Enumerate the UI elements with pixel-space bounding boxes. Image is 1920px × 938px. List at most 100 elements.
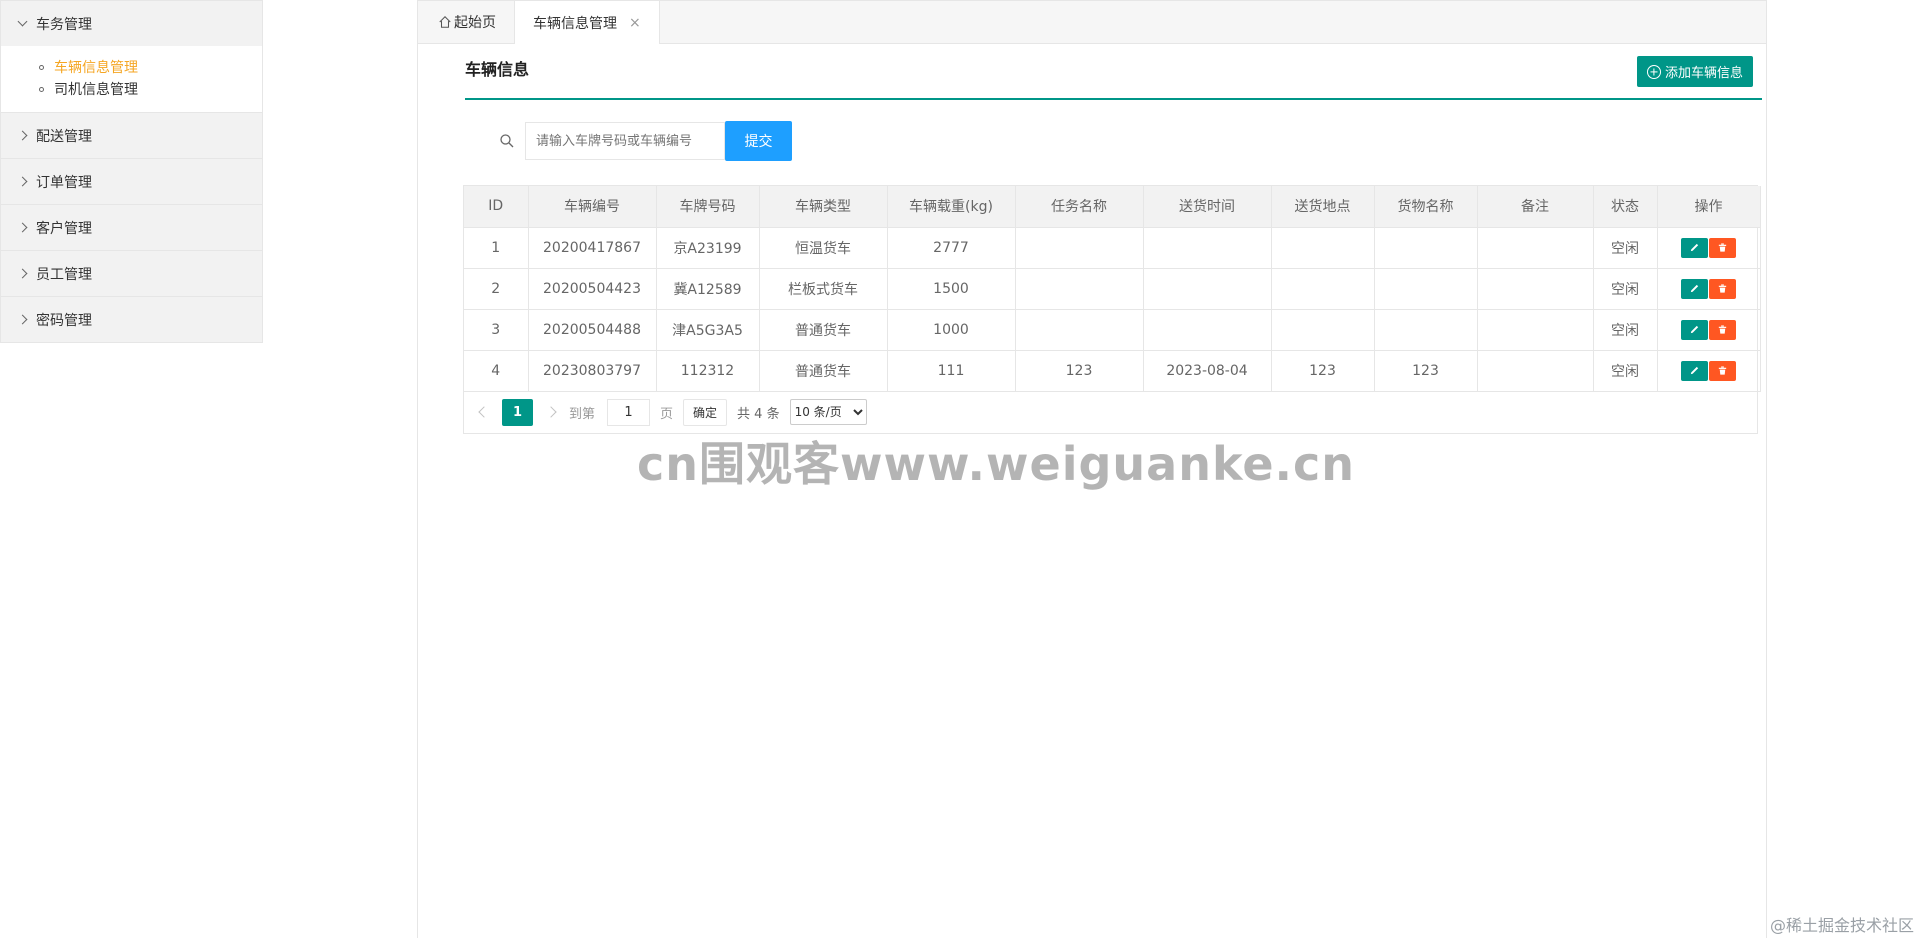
column-header: 任务名称 [1015,186,1144,228]
menu-group-delivery: 配送管理 [1,113,262,159]
table-cell: 普通货车 [759,309,888,351]
edit-button[interactable] [1681,360,1708,381]
table-cell: 20200504488 [528,309,657,351]
table-cell [1015,309,1144,351]
table-cell: 2023-08-04 [1143,350,1272,392]
page-size-select[interactable]: 10 条/页 [789,399,867,425]
delete-button[interactable] [1709,360,1736,381]
table-cell [1477,268,1594,310]
edit-button[interactable] [1681,278,1708,299]
menu-group-order: 订单管理 [1,159,262,205]
delete-button[interactable] [1709,278,1736,299]
table-cell [1271,309,1375,351]
prev-page-icon[interactable] [478,406,490,418]
table-cell [1477,309,1594,351]
delete-button[interactable] [1709,237,1736,258]
table-cell: 恒温货车 [759,227,888,269]
tab-home[interactable]: 起始页 [418,1,514,43]
table-cell: 空闲 [1593,227,1658,269]
table-cell [1374,268,1478,310]
table-cell: 4 [464,350,529,392]
table-row: 3 20200504488 津A5G3A5 普通货车 1000 空闲 [464,309,1761,351]
home-icon [439,16,451,28]
table-cell: 空闲 [1593,309,1658,351]
submenu-item-driver-info[interactable]: 司机信息管理 [1,78,262,100]
table-cell: 123 [1015,350,1144,392]
submenu-vehicle: 车辆信息管理 司机信息管理 [1,46,262,112]
menu-header-delivery[interactable]: 配送管理 [1,113,262,158]
close-icon[interactable]: × [629,15,641,31]
table-cell: 20200417867 [528,227,657,269]
menu-header-order[interactable]: 订单管理 [1,159,262,204]
chevron-down-icon [17,16,28,27]
table-cell [1271,268,1375,310]
edit-button[interactable] [1681,237,1708,258]
add-button-label: 添加车辆信息 [1664,65,1743,80]
row-actions [1659,237,1759,258]
corner-watermark: @稀土掘金技术社区 [1769,916,1914,935]
menu-label: 员工管理 [36,266,92,283]
tab-label: 起始页 [454,15,496,31]
row-actions [1659,278,1759,299]
submenu-item-vehicle-info[interactable]: 车辆信息管理 [1,56,262,78]
table-cell: 2 [464,268,529,310]
page-current[interactable]: 1 [502,398,533,426]
column-header: 车辆载重(kg) [887,186,1016,228]
menu-label: 车务管理 [36,16,92,33]
pencil-icon [1690,284,1699,293]
row-actions [1659,319,1759,340]
submit-button[interactable]: 提交 [725,121,792,161]
table-cell [1143,309,1272,351]
column-header: 操作 [1657,186,1761,228]
table-cell: 冀A12589 [656,268,760,310]
column-header: 送货时间 [1143,186,1272,228]
table-cell: 空闲 [1593,350,1658,392]
table-header-row: ID 车辆编号 车牌号码 车辆类型 车辆载重(kg) 任务名称 送货时间 送货地点 货物名称 备注… [464,186,1761,228]
total-count: 共 4 条 [737,406,780,422]
submenu-label: 车辆信息管理 [54,60,138,76]
next-page-icon[interactable] [545,406,557,418]
menu-header-employee[interactable]: 员工管理 [1,251,262,296]
chevron-right-icon [17,268,28,279]
search-bar: 提交 [499,121,1756,161]
menu-group-vehicle: 车务管理 车辆信息管理 司机信息管理 [1,1,262,113]
column-header: 状态 [1593,186,1658,228]
table-cell-actions [1657,268,1761,310]
content-area: 车辆信息 添加车辆信息 提交 ID车辆编号车牌号码 [418,56,1766,434]
table-cell: 111 [887,350,1016,392]
table-row: 2 20200504423 冀A12589 栏板式货车 1500 空闲 [464,268,1761,310]
search-input[interactable] [525,122,725,160]
vehicle-table: ID 车辆编号 车牌号码 车辆类型 车辆载重(kg) 任务名称 送货时间 送货地点 货物名称 备注… [463,185,1761,434]
bullet-icon [39,64,44,70]
column-header: 送货地点 [1271,186,1375,228]
column-header: 车辆类型 [759,186,888,228]
menu-header-password[interactable]: 密码管理 [1,297,262,342]
table-cell: 112312 [656,350,760,392]
edit-button[interactable] [1681,319,1708,340]
trash-icon [1718,366,1727,375]
goto-page-input[interactable] [607,398,651,426]
pencil-icon [1690,366,1699,375]
add-vehicle-button[interactable]: 添加车辆信息 [1636,56,1753,87]
table-cell: 20200504423 [528,268,657,310]
table-cell: 栏板式货车 [759,268,888,310]
trash-icon [1718,284,1727,293]
pagination: 1 到第 页 确定 共 4 条 10 条/页 [464,392,1757,433]
table-cell [1477,350,1594,392]
table-cell-actions [1657,227,1761,269]
menu-header-customer[interactable]: 客户管理 [1,205,262,250]
table-row: 1 20200417867 京A23199 恒温货车 2777 空闲 [464,227,1761,269]
table-cell [1015,268,1144,310]
table-cell: 3 [464,309,529,351]
table-cell: 京A23199 [656,227,760,269]
table-cell: 普通货车 [759,350,888,392]
column-header: 备注 [1477,186,1594,228]
chevron-right-icon [17,222,28,233]
delete-button[interactable] [1709,319,1736,340]
menu-label: 客户管理 [36,220,92,237]
tab-vehicle-info[interactable]: 车辆信息管理 × [514,1,660,44]
confirm-button[interactable]: 确定 [683,398,728,426]
menu-header-vehicle[interactable]: 车务管理 [1,1,262,46]
table-cell [1271,227,1375,269]
row-actions [1659,360,1759,381]
